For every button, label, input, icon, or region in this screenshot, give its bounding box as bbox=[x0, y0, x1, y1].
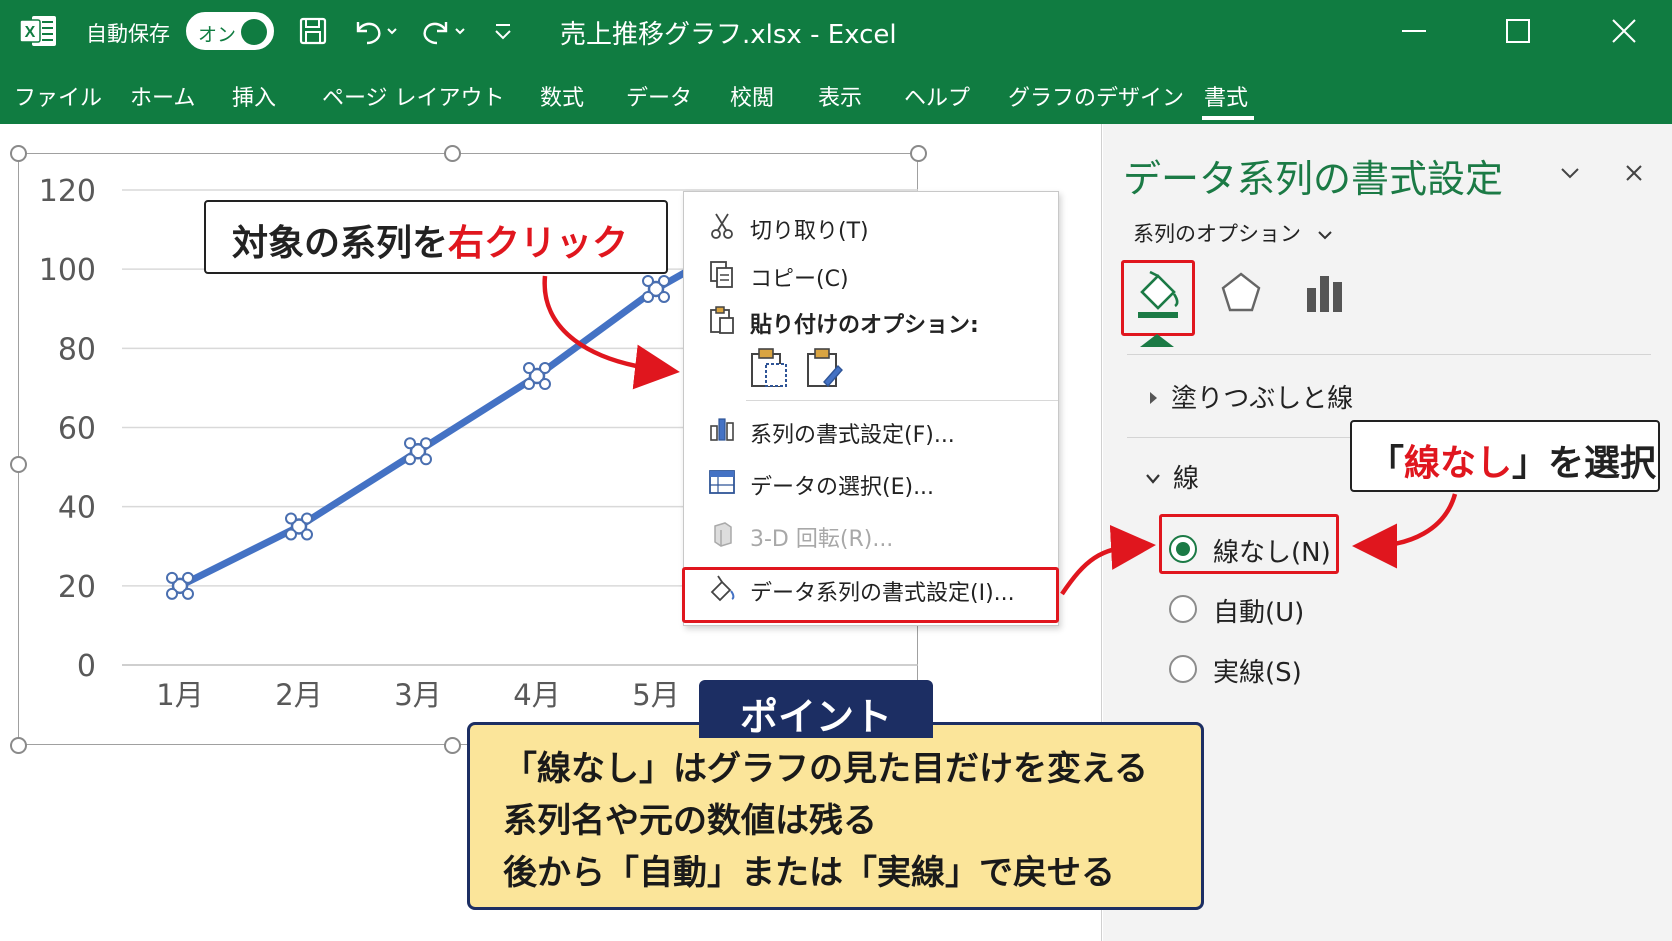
arrow-to-no-line bbox=[1352, 493, 1458, 569]
point-note-box: 「線なし」はグラフの見た目だけを変える 系列名や元の数値は残る 後から「自動」ま… bbox=[467, 722, 1204, 910]
arrow-to-context-menu bbox=[542, 275, 680, 390]
point-tag: ポイント bbox=[699, 680, 933, 739]
arrow-to-format-series bbox=[1060, 524, 1156, 596]
point-line-3: 後から「自動」または「実線」で戻せる bbox=[503, 853, 1115, 893]
point-line-2: 系列名や元の数値は残る bbox=[503, 801, 877, 841]
point-line-1: 「線なし」はグラフの見た目だけを変える bbox=[503, 749, 1148, 789]
